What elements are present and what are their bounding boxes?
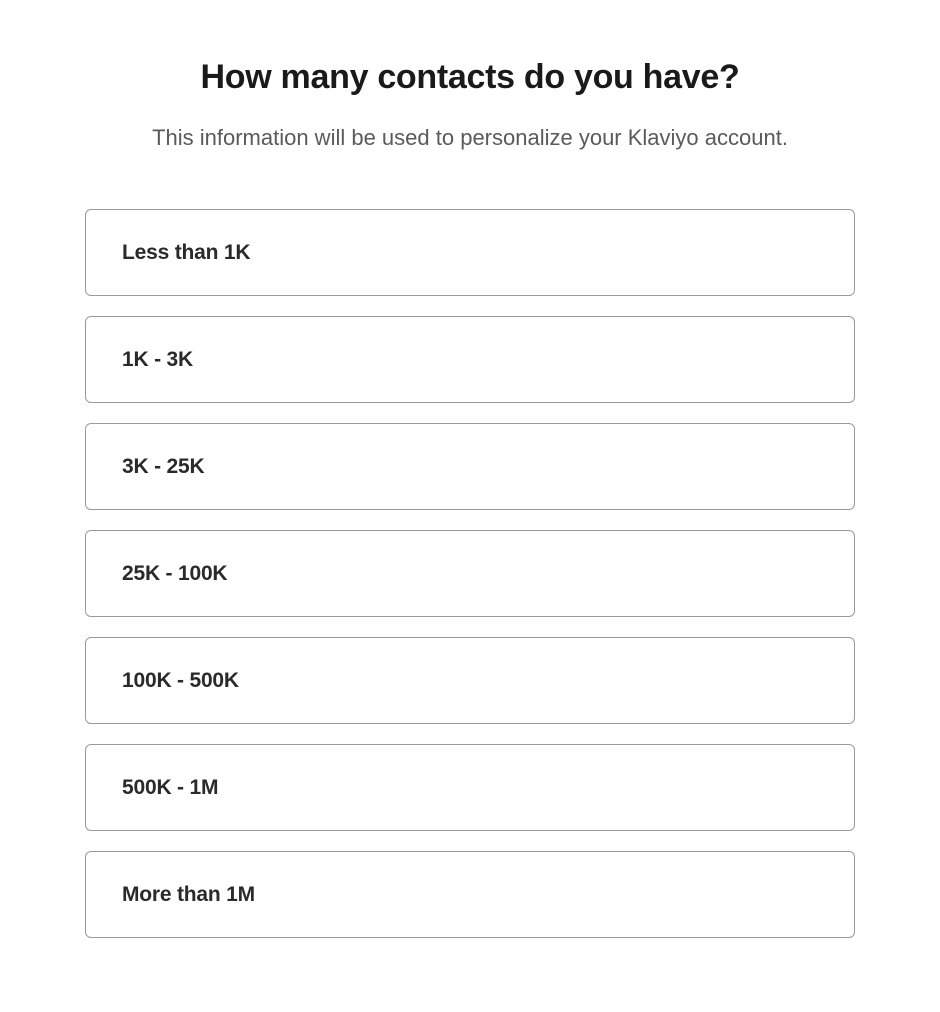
option-label: 25K - 100K: [122, 562, 227, 585]
option-less-than-1k[interactable]: Less than 1K: [85, 209, 855, 296]
option-100k-500k[interactable]: 100K - 500K: [85, 637, 855, 724]
option-1k-3k[interactable]: 1K - 3K: [85, 316, 855, 403]
option-label: 100K - 500K: [122, 669, 239, 692]
onboarding-step-container: How many contacts do you have? This info…: [85, 58, 855, 938]
option-3k-25k[interactable]: 3K - 25K: [85, 423, 855, 510]
option-500k-1m[interactable]: 500K - 1M: [85, 744, 855, 831]
option-label: 500K - 1M: [122, 776, 218, 799]
options-list: Less than 1K 1K - 3K 3K - 25K 25K - 100K…: [85, 209, 855, 938]
page-subheading: This information will be used to persona…: [85, 125, 855, 151]
page-heading: How many contacts do you have?: [85, 58, 855, 97]
option-label: Less than 1K: [122, 241, 250, 264]
option-label: More than 1M: [122, 883, 255, 906]
option-more-than-1m[interactable]: More than 1M: [85, 851, 855, 938]
option-label: 1K - 3K: [122, 348, 193, 371]
option-25k-100k[interactable]: 25K - 100K: [85, 530, 855, 617]
option-label: 3K - 25K: [122, 455, 204, 478]
